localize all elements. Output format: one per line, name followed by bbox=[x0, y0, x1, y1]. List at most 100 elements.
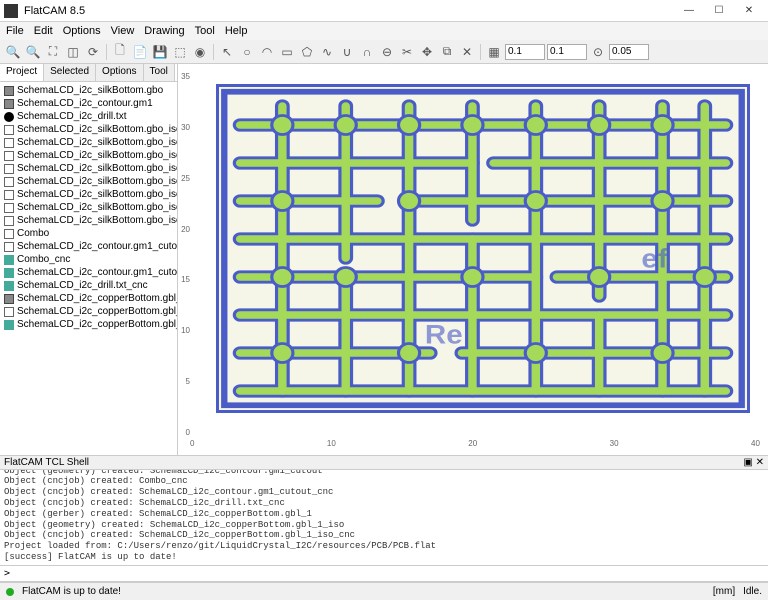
tree-item[interactable]: SchemaLCD_i2c_silkBottom.gbo_iso_paint bbox=[2, 136, 175, 149]
grid-y-input[interactable] bbox=[547, 44, 587, 60]
copy-icon[interactable]: ⧉ bbox=[438, 43, 456, 61]
open-icon[interactable]: 📄 bbox=[131, 43, 149, 61]
open-excellon-icon[interactable]: ◉ bbox=[191, 43, 209, 61]
gerber-icon bbox=[4, 86, 14, 96]
maximize-button[interactable]: ☐ bbox=[704, 1, 734, 21]
separator bbox=[213, 44, 214, 60]
status-message: FlatCAM is up to date! bbox=[22, 586, 121, 597]
tree-item[interactable]: SchemaLCD_i2c_contour.gm1_cutout_cnc bbox=[2, 266, 175, 279]
x-axis: 010203040 bbox=[190, 439, 760, 451]
tree-item[interactable]: SchemaLCD_i2c_copperBottom.gbl_1_iso bbox=[2, 305, 175, 318]
snap-icon[interactable]: ⊙ bbox=[589, 43, 607, 61]
union-icon[interactable]: ∪ bbox=[338, 43, 356, 61]
tree-item-label: SchemaLCD_i2c_silkBottom.gbo_iso_paint bbox=[17, 202, 177, 213]
tree-item[interactable]: SchemaLCD_i2c_silkBottom.gbo_iso bbox=[2, 123, 175, 136]
tree-item[interactable]: SchemaLCD_i2c_silkBottom.gbo_iso_paint bbox=[2, 175, 175, 188]
separator bbox=[106, 44, 107, 60]
rect-icon[interactable]: ▭ bbox=[278, 43, 296, 61]
tab-selected[interactable]: Selected bbox=[44, 64, 96, 81]
geom-icon bbox=[4, 177, 14, 187]
status-dot-icon bbox=[6, 588, 14, 596]
tree-item-label: SchemaLCD_i2c_copperBottom.gbl_1_iso bbox=[17, 319, 177, 330]
shell-line: Object (cncjob) created: SchemaLCD_i2c_c… bbox=[4, 530, 764, 541]
select-icon[interactable]: ↖ bbox=[218, 43, 236, 61]
tab-project[interactable]: Project bbox=[0, 64, 44, 81]
shell-line: Object (cncjob) created: SchemaLCD_i2c_d… bbox=[4, 498, 764, 509]
menu-tool[interactable]: Tool bbox=[195, 25, 215, 37]
shell-output[interactable]: Object (geometry) created: SchemaLCD_i2c… bbox=[0, 470, 768, 566]
tree-item[interactable]: SchemaLCD_i2c_contour.gm1_cutout bbox=[2, 240, 175, 253]
app-icon bbox=[4, 4, 18, 18]
zoom-out-icon[interactable]: 🔍 bbox=[24, 43, 42, 61]
tree-item[interactable]: Combo_cnc bbox=[2, 253, 175, 266]
tree-item-label: SchemaLCD_i2c_contour.gm1 bbox=[17, 98, 153, 109]
project-tree[interactable]: SchemaLCD_i2c_silkBottom.gbo SchemaLCD_i2… bbox=[0, 82, 177, 455]
close-button[interactable]: ✕ bbox=[734, 1, 764, 21]
tree-item[interactable]: SchemaLCD_i2c_silkBottom.gbo_iso_paint bbox=[2, 201, 175, 214]
geom-icon bbox=[4, 190, 14, 200]
snap-input[interactable] bbox=[609, 44, 649, 60]
tree-item[interactable]: SchemaLCD_i2c_copperBottom.gbl_1 bbox=[2, 292, 175, 305]
menu-help[interactable]: Help bbox=[225, 25, 248, 37]
tree-item[interactable]: SchemaLCD_i2c_silkBottom.gbo_iso_paint bbox=[2, 214, 175, 227]
clear-plot-icon[interactable]: ◫ bbox=[64, 43, 82, 61]
zoom-in-icon[interactable]: 🔍 bbox=[4, 43, 22, 61]
canvas[interactable]: 35302520151050 010203040 bbox=[178, 64, 768, 455]
sidebar-tabs: Project Selected Options Tool bbox=[0, 64, 177, 82]
geom-icon bbox=[4, 307, 14, 317]
intersection-icon[interactable]: ∩ bbox=[358, 43, 376, 61]
shell-line: Object (gerber) created: SchemaLCD_i2c_c… bbox=[4, 509, 764, 520]
move-icon[interactable]: ✥ bbox=[418, 43, 436, 61]
tree-item[interactable]: SchemaLCD_i2c_drill.txt_cnc bbox=[2, 279, 175, 292]
tab-options[interactable]: Options bbox=[96, 64, 143, 81]
shell-line: Object (cncjob) created: Combo_cnc bbox=[4, 476, 764, 487]
replot-icon[interactable]: ⟳ bbox=[84, 43, 102, 61]
new-icon[interactable]: 🗋 bbox=[111, 43, 129, 61]
menu-view[interactable]: View bbox=[111, 25, 135, 37]
shell-prompt-icon: > bbox=[4, 568, 10, 579]
menu-edit[interactable]: Edit bbox=[34, 25, 53, 37]
delete-icon[interactable]: ✕ bbox=[458, 43, 476, 61]
cnc-icon bbox=[4, 268, 14, 278]
tree-item-label: SchemaLCD_i2c_contour.gm1_cutout_cnc bbox=[17, 267, 177, 278]
sidebar: Project Selected Options Tool SchemaLCD_… bbox=[0, 64, 178, 455]
tree-item-label: SchemaLCD_i2c_copperBottom.gbl_1 bbox=[17, 293, 177, 304]
path-icon[interactable]: ∿ bbox=[318, 43, 336, 61]
polygon-icon[interactable]: ⬠ bbox=[298, 43, 316, 61]
menu-file[interactable]: File bbox=[6, 25, 24, 37]
tree-item[interactable]: SchemaLCD_i2c_contour.gm1 bbox=[2, 97, 175, 110]
menu-drawing[interactable]: Drawing bbox=[144, 25, 184, 37]
menu-options[interactable]: Options bbox=[63, 25, 101, 37]
tree-item[interactable]: SchemaLCD_i2c_silkBottom.gbo_iso_paint bbox=[2, 188, 175, 201]
tree-item-label: SchemaLCD_i2c_contour.gm1_cutout bbox=[17, 241, 177, 252]
tree-item[interactable]: Combo bbox=[2, 227, 175, 240]
cnc-icon bbox=[4, 320, 14, 330]
circle-icon[interactable]: ○ bbox=[238, 43, 256, 61]
svg-text:Re: Re bbox=[425, 320, 463, 349]
tree-item[interactable]: SchemaLCD_i2c_copperBottom.gbl_1_iso bbox=[2, 318, 175, 331]
tree-item[interactable]: SchemaLCD_i2c_silkBottom.gbo bbox=[2, 84, 175, 97]
tree-item[interactable]: SchemaLCD_i2c_drill.txt bbox=[2, 110, 175, 123]
subtract-icon[interactable]: ⊖ bbox=[378, 43, 396, 61]
save-icon[interactable]: 💾 bbox=[151, 43, 169, 61]
tree-item-label: SchemaLCD_i2c_silkBottom.gbo_iso_paint bbox=[17, 189, 177, 200]
zoom-fit-icon[interactable]: ⛶ bbox=[44, 43, 62, 61]
geom-icon bbox=[4, 164, 14, 174]
grid-icon[interactable]: ▦ bbox=[485, 43, 503, 61]
tab-tool[interactable]: Tool bbox=[144, 64, 175, 81]
shell-expand-icon[interactable]: ▣ ✕ bbox=[743, 457, 764, 468]
tree-item[interactable]: SchemaLCD_i2c_silkBottom.gbo_iso_paint bbox=[2, 162, 175, 175]
tree-item-label: SchemaLCD_i2c_silkBottom.gbo bbox=[17, 85, 163, 96]
y-axis: 35302520151050 bbox=[178, 72, 190, 437]
shell-input[interactable] bbox=[14, 568, 764, 579]
minimize-button[interactable]: — bbox=[674, 1, 704, 21]
tree-item-label: SchemaLCD_i2c_silkBottom.gbo_iso_paint bbox=[17, 176, 177, 187]
arc-icon[interactable]: ◠ bbox=[258, 43, 276, 61]
grid-x-input[interactable] bbox=[505, 44, 545, 60]
open-gerber-icon[interactable]: ⬚ bbox=[171, 43, 189, 61]
window-title: FlatCAM 8.5 bbox=[24, 5, 674, 17]
cut-icon[interactable]: ✂ bbox=[398, 43, 416, 61]
pcb-plot: Re ef bbox=[216, 84, 750, 413]
tree-item[interactable]: SchemaLCD_i2c_silkBottom.gbo_iso_paint bbox=[2, 149, 175, 162]
statusbar: FlatCAM is up to date! [mm] Idle. bbox=[0, 582, 768, 600]
